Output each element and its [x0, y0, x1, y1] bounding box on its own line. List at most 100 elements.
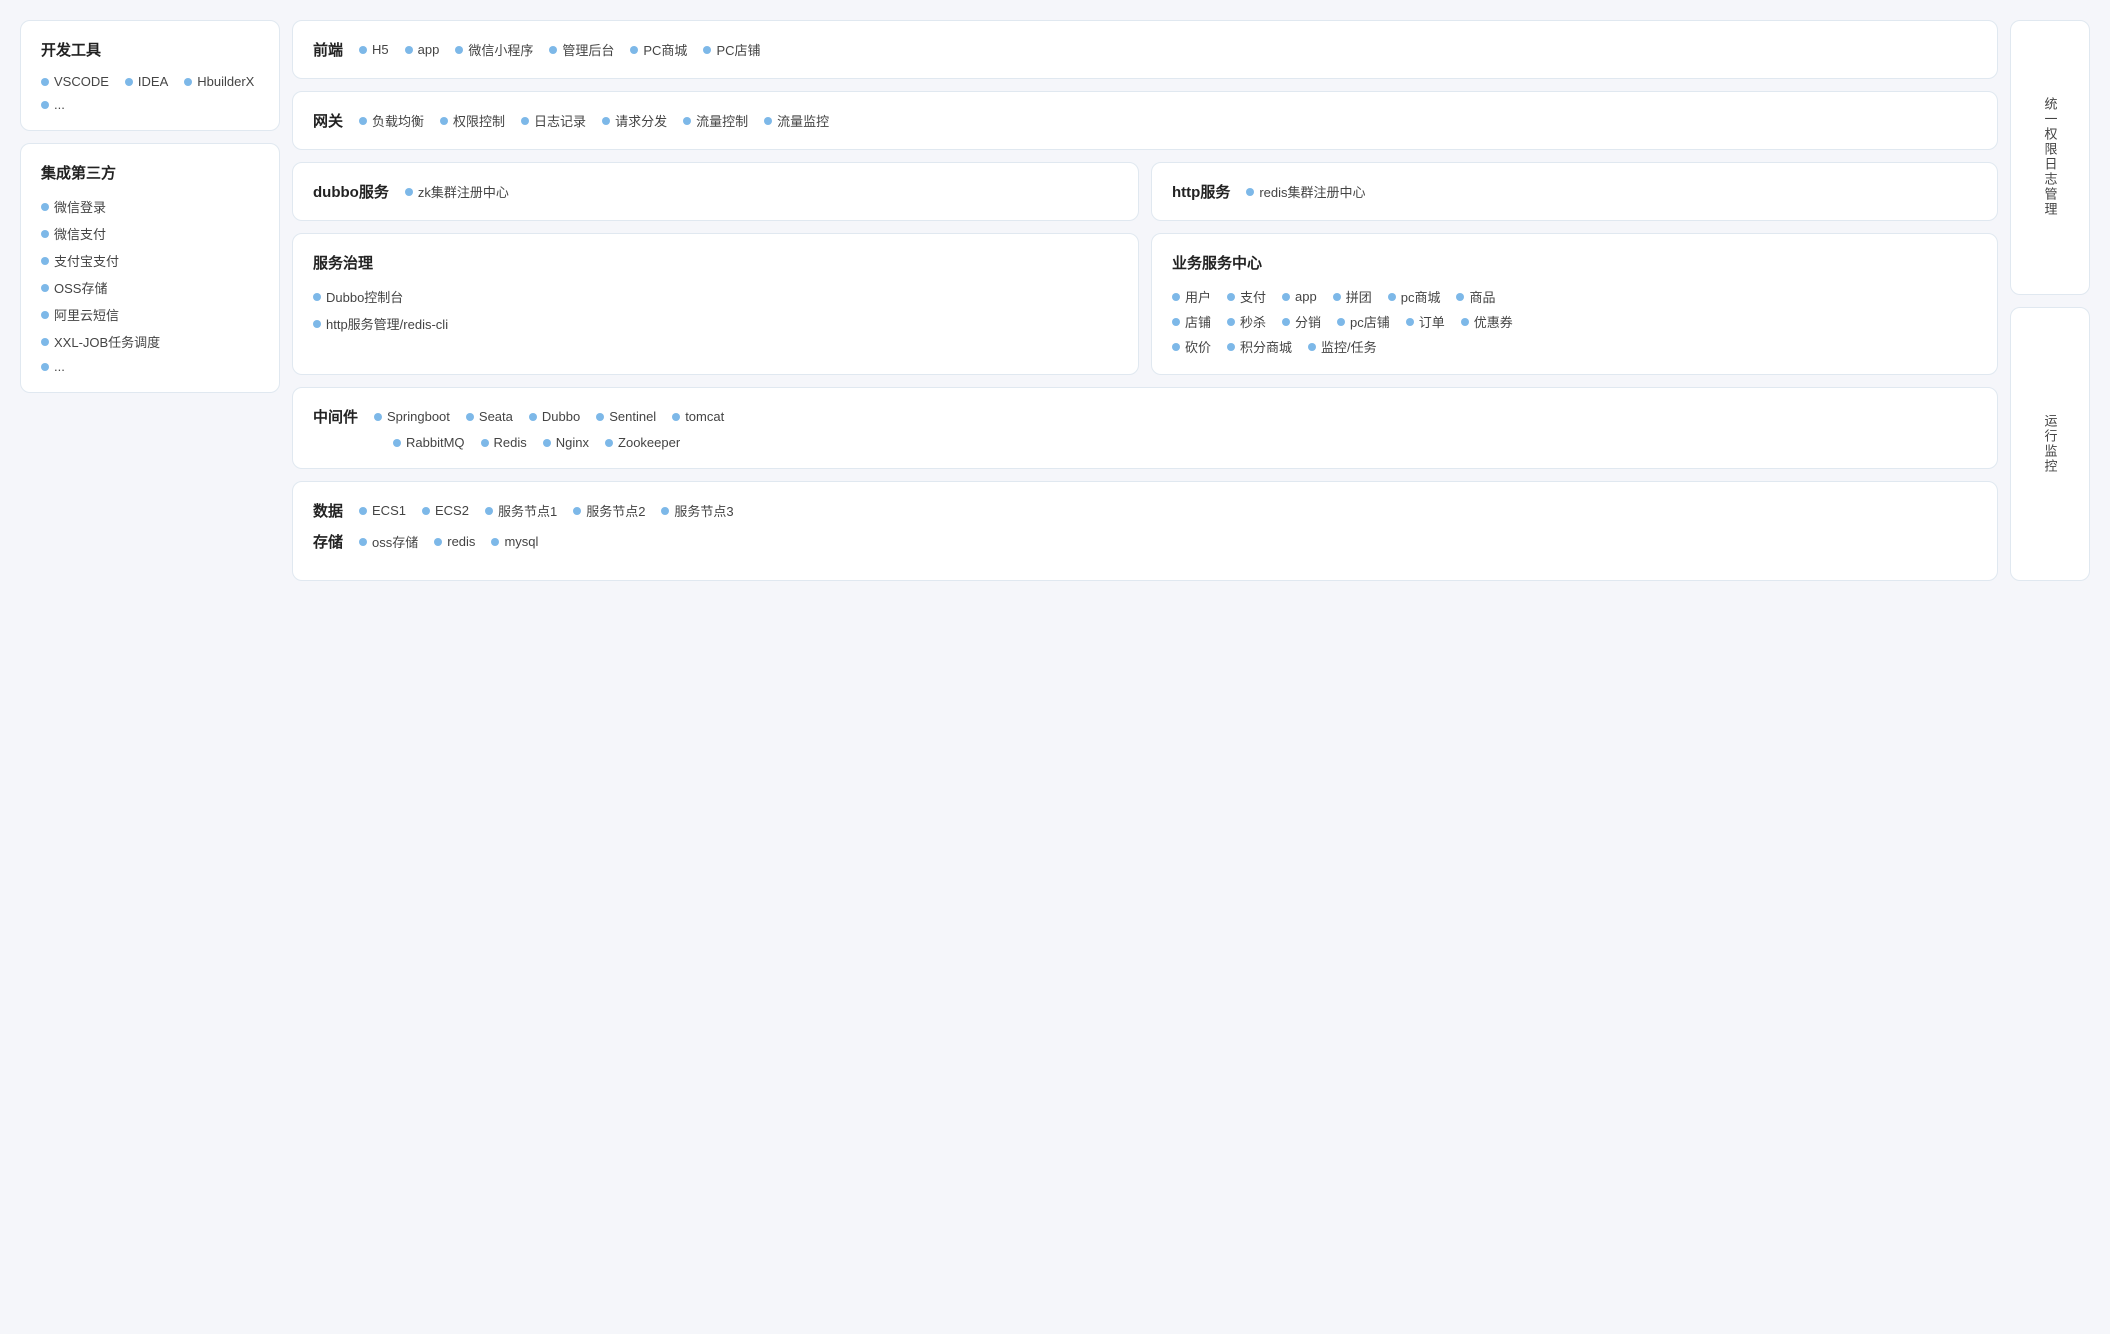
- governance-dubbo: Dubbo控制台: [313, 287, 1118, 306]
- dot-icon: [672, 413, 680, 421]
- biz-pcmall: pc商城: [1388, 287, 1441, 306]
- biz-shop: 店铺: [1172, 312, 1211, 331]
- tp-wechat-login: 微信登录: [41, 197, 259, 216]
- mw-springboot: Springboot: [374, 409, 450, 424]
- dot-icon: [393, 439, 401, 447]
- dot-icon: [466, 413, 474, 421]
- dot-icon: [481, 439, 489, 447]
- dot-icon: [41, 284, 49, 292]
- dot-icon: [543, 439, 551, 447]
- governance-items: Dubbo控制台 http服务管理/redis-cli: [313, 287, 1118, 333]
- data-label: 数据: [313, 500, 343, 521]
- dot-icon: [485, 507, 493, 515]
- monitoring-label: 运行监控: [2041, 414, 2060, 474]
- dot-icon: [313, 320, 321, 328]
- dot-icon: [440, 117, 448, 125]
- dot-icon: [549, 46, 557, 54]
- center-column: 前端 H5 app 微信小程序 管理后台: [292, 20, 1998, 581]
- dot-icon: [1308, 343, 1316, 351]
- dot-icon: [703, 46, 711, 54]
- biz-center-card: 业务服务中心 用户 支付 app 拼团 pc商城 商品 店铺 秒杀 分销 p: [1151, 233, 1998, 375]
- biz-bargain: 砍价: [1172, 337, 1211, 356]
- gw-monitor: 流量监控: [764, 111, 829, 130]
- tp-more: ...: [41, 359, 259, 374]
- biz-center-title: 业务服务中心: [1172, 252, 1977, 273]
- http-redis: redis集群注册中心: [1246, 182, 1365, 201]
- dot-icon: [491, 538, 499, 546]
- gateway-card: 网关 负载均衡 权限控制 日志记录 请求分发: [292, 91, 1998, 150]
- frontend-card: 前端 H5 app 微信小程序 管理后台: [292, 20, 1998, 79]
- mw-rabbitmq: RabbitMQ: [393, 435, 465, 450]
- dot-icon: [41, 363, 49, 371]
- middleware-label: 中间件: [313, 406, 358, 427]
- frontend-pcmall: PC商城: [630, 40, 687, 59]
- governance-biz-row: 服务治理 Dubbo控制台 http服务管理/redis-cli 业务服务中心: [292, 233, 1998, 375]
- dot-icon: [1282, 318, 1290, 326]
- biz-app: app: [1282, 287, 1317, 306]
- dubbo-zk: zk集群注册中心: [405, 182, 509, 201]
- gw-route: 请求分发: [602, 111, 667, 130]
- mw-sentinel: Sentinel: [596, 409, 656, 424]
- http-label: http服务: [1172, 181, 1230, 202]
- biz-user: 用户: [1172, 287, 1211, 306]
- third-party-list: 微信登录 微信支付 支付宝支付 OSS存储 阿里云短信: [41, 197, 259, 374]
- gw-lb: 负载均衡: [359, 111, 424, 130]
- main-layout: 开发工具 VSCODE IDEA HbuilderX ...: [20, 20, 2090, 581]
- dot-icon: [41, 311, 49, 319]
- frontend-row: 前端 H5 app 微信小程序 管理后台: [313, 39, 1977, 60]
- dot-icon: [359, 507, 367, 515]
- frontend-app: app: [405, 42, 440, 57]
- dot-icon: [605, 439, 613, 447]
- frontend-admin: 管理后台: [549, 40, 614, 59]
- dot-icon: [683, 117, 691, 125]
- gw-ratelimit: 流量控制: [683, 111, 748, 130]
- dev-tool-vscode: VSCODE: [41, 74, 109, 89]
- biz-flash: 秒杀: [1227, 312, 1266, 331]
- mw-tomcat: tomcat: [672, 409, 724, 424]
- dot-icon: [1461, 318, 1469, 326]
- biz-pay: 支付: [1227, 287, 1266, 306]
- tp-alipay: 支付宝支付: [41, 251, 259, 270]
- governance-title: 服务治理: [313, 252, 1118, 273]
- dot-icon: [41, 203, 49, 211]
- http-service-card: http服务 redis集群注册中心: [1151, 162, 1998, 221]
- dot-icon: [529, 413, 537, 421]
- data-node1: 服务节点1: [485, 501, 557, 520]
- tp-oss: OSS存储: [41, 278, 259, 297]
- dot-icon: [1227, 343, 1235, 351]
- dot-icon: [422, 507, 430, 515]
- dot-icon: [1406, 318, 1414, 326]
- mw-nginx: Nginx: [543, 435, 589, 450]
- storage-redis: redis: [434, 534, 475, 549]
- dot-icon: [1227, 293, 1235, 301]
- governance-card: 服务治理 Dubbo控制台 http服务管理/redis-cli: [292, 233, 1139, 375]
- dubbo-service-card: dubbo服务 zk集群注册中心: [292, 162, 1139, 221]
- biz-items: 用户 支付 app 拼团 pc商城 商品 店铺 秒杀 分销 pc店铺 订单 优惠…: [1172, 287, 1977, 356]
- dot-icon: [1388, 293, 1396, 301]
- dev-tools-title: 开发工具: [41, 39, 259, 60]
- mw-zookeeper: Zookeeper: [605, 435, 680, 450]
- dot-icon: [359, 117, 367, 125]
- dot-icon: [1282, 293, 1290, 301]
- dot-icon: [359, 538, 367, 546]
- dot-icon: [661, 507, 669, 515]
- frontend-label: 前端: [313, 39, 343, 60]
- dot-icon: [1172, 318, 1180, 326]
- biz-pcshop: pc店铺: [1337, 312, 1390, 331]
- dot-icon: [313, 293, 321, 301]
- middleware-card: 中间件 Springboot Seata Dubbo Sentinel tomc…: [292, 387, 1998, 469]
- biz-row-1: 用户 支付 app 拼团 pc商城 商品: [1172, 287, 1977, 306]
- biz-monitor-task: 监控/任务: [1308, 337, 1377, 356]
- storage-mysql: mysql: [491, 534, 538, 549]
- tp-wechat-pay: 微信支付: [41, 224, 259, 243]
- dot-icon: [184, 78, 192, 86]
- storage-row: 存储 oss存储 redis mysql: [313, 531, 1977, 552]
- dot-icon: [405, 46, 413, 54]
- dot-icon: [41, 78, 49, 86]
- gateway-row: 网关 负载均衡 权限控制 日志记录 请求分发: [313, 110, 1977, 131]
- dot-icon: [374, 413, 382, 421]
- mw-seata: Seata: [466, 409, 513, 424]
- dot-icon: [1333, 293, 1341, 301]
- dot-icon: [41, 101, 49, 109]
- dot-icon: [405, 188, 413, 196]
